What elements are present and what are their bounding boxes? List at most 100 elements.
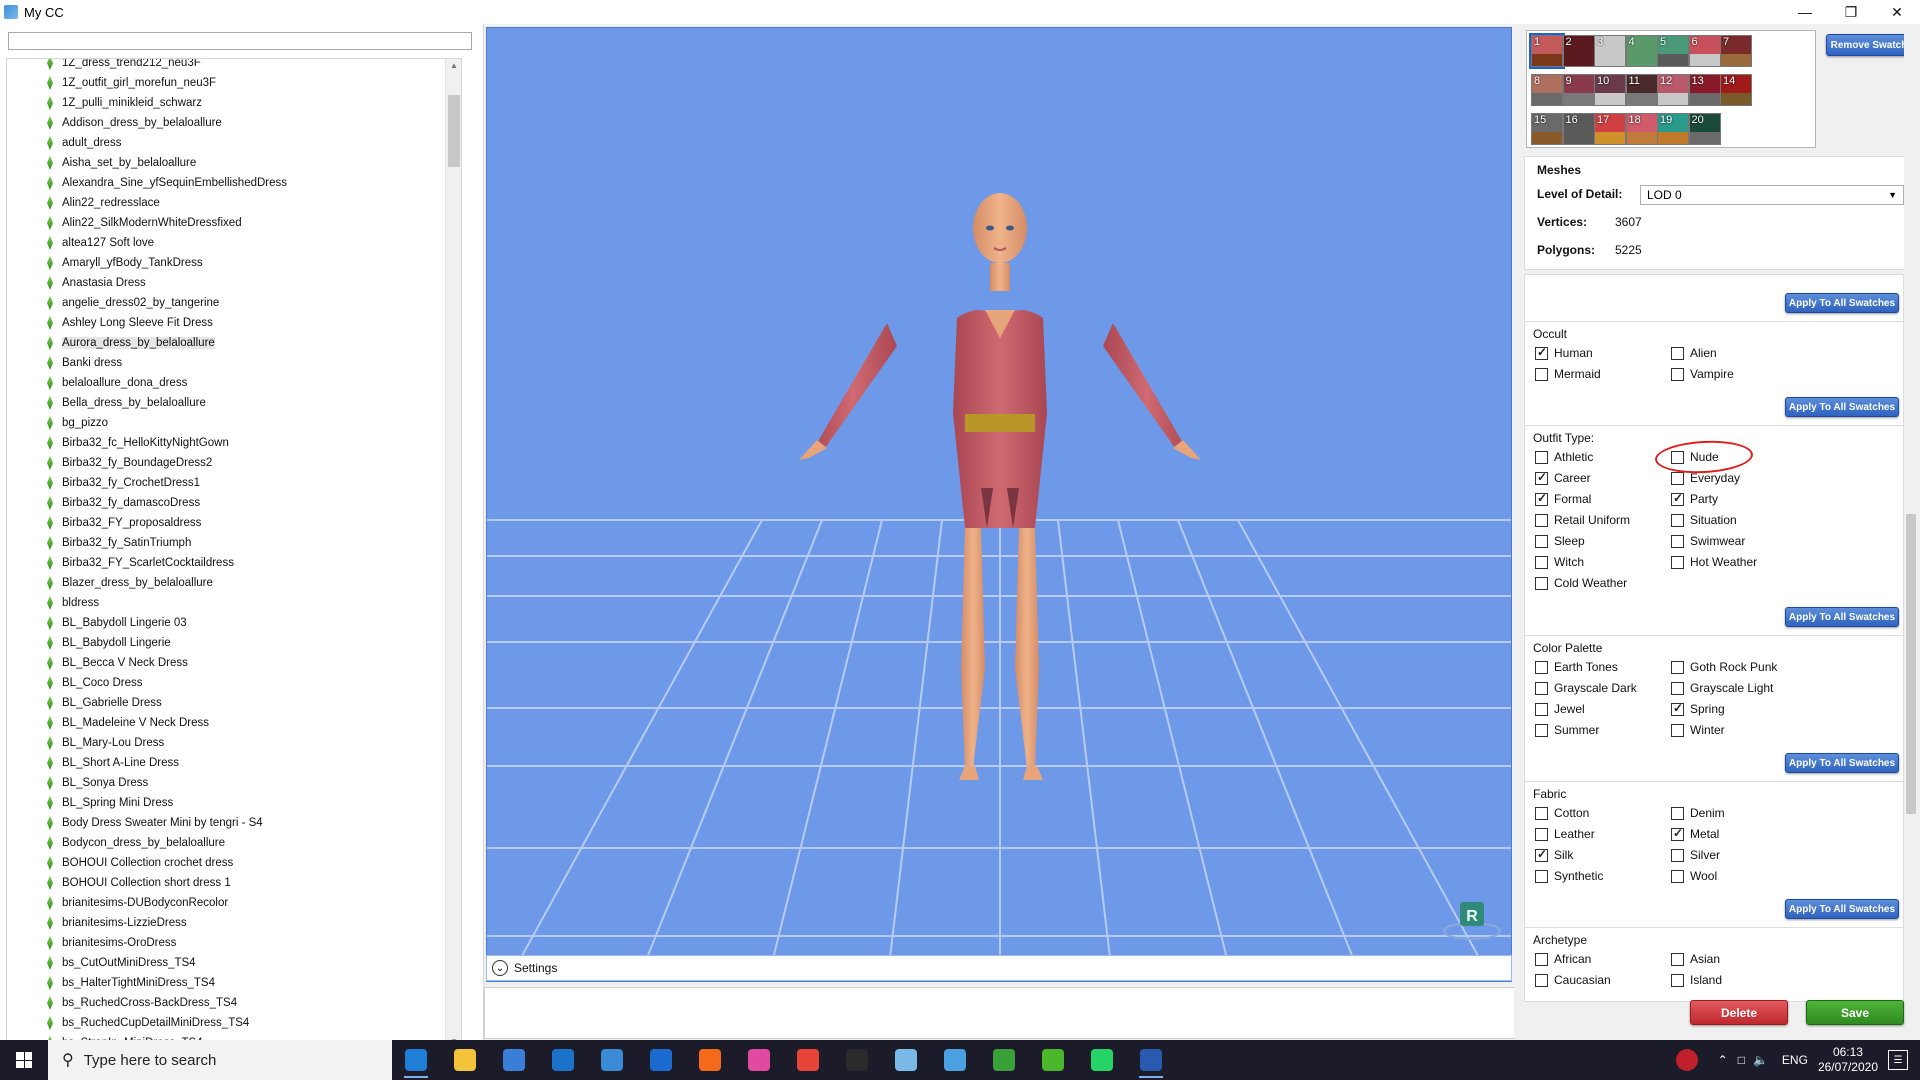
swatch[interactable]: 15: [1531, 113, 1563, 145]
tree-item[interactable]: Birba32_fy_damascoDress: [7, 493, 461, 513]
tree-item[interactable]: bs_RuchedCupDetailMiniDress_TS4: [7, 1013, 461, 1033]
tree-item[interactable]: brianitesims-LizzieDress: [7, 913, 461, 933]
apply-all-button[interactable]: Apply To All Swatches: [1785, 607, 1899, 627]
outfit-type-checkbox[interactable]: Cold Weather: [1535, 576, 1627, 590]
checkbox-box[interactable]: [1535, 555, 1548, 569]
occult-checkbox[interactable]: Mermaid: [1535, 367, 1601, 381]
tree-item[interactable]: Blazer_dress_by_belaloallure: [7, 573, 461, 593]
tree-item[interactable]: Alin22_redresslace: [7, 193, 461, 213]
checkbox-box[interactable]: [1535, 847, 1548, 862]
checkbox-box[interactable]: [1535, 470, 1548, 485]
chevron-down-icon[interactable]: ⌄: [492, 960, 508, 976]
tree-item[interactable]: BOHOUI Collection crochet dress: [7, 853, 461, 873]
tree-item[interactable]: Aurora_dress_by_belaloallure: [7, 333, 461, 353]
tree-item[interactable]: BL_Madeleine V Neck Dress: [7, 713, 461, 733]
checkbox-box[interactable]: [1535, 806, 1548, 820]
outfit-type-checkbox[interactable]: Witch: [1535, 555, 1584, 569]
file-explorer-icon[interactable]: [445, 1044, 485, 1076]
sims4-studio-icon[interactable]: [1131, 1044, 1171, 1078]
fabric-checkbox[interactable]: Cotton: [1535, 806, 1589, 820]
tree-item[interactable]: 1Z_outfit_girl_morefun_neu3F: [7, 73, 461, 93]
start-button[interactable]: [0, 1040, 48, 1080]
swatch[interactable]: 8: [1531, 74, 1563, 106]
swatch[interactable]: 4: [1625, 35, 1658, 67]
tree-item[interactable]: Birba32_FY_proposaldress: [7, 513, 461, 533]
color-palette-checkbox[interactable]: Goth Rock Punk: [1671, 660, 1777, 674]
properties-scroll-thumb[interactable]: [1906, 514, 1916, 814]
fabric-checkbox[interactable]: Denim: [1671, 806, 1725, 820]
tree-item[interactable]: Alexandra_Sine_yfSequinEmbellishedDress: [7, 173, 461, 193]
tree-item[interactable]: BOHOUI Collection short dress 1: [7, 873, 461, 893]
tree-item[interactable]: BL_Becca V Neck Dress: [7, 653, 461, 673]
tree-item[interactable]: BL_Babydoll Lingerie 03: [7, 613, 461, 633]
paint-icon[interactable]: [739, 1044, 779, 1076]
archetype-checkbox[interactable]: Asian: [1671, 952, 1720, 966]
occult-checkbox[interactable]: Human: [1535, 345, 1593, 360]
tree-item[interactable]: Addison_dress_by_belaloallure: [7, 113, 461, 133]
color-palette-checkbox[interactable]: Grayscale Light: [1671, 681, 1773, 695]
checkbox-box[interactable]: [1671, 973, 1684, 987]
notepad-icon[interactable]: [886, 1044, 926, 1076]
color-palette-checkbox[interactable]: Grayscale Dark: [1535, 681, 1637, 695]
notifications-icon[interactable]: ☰: [1888, 1050, 1908, 1070]
checkbox-box[interactable]: [1671, 471, 1684, 485]
tree-item[interactable]: BL_Spring Mini Dress: [7, 793, 461, 813]
swatch[interactable]: 5: [1657, 35, 1689, 67]
checkbox-box[interactable]: [1671, 806, 1684, 820]
outfit-type-checkbox[interactable]: Party: [1671, 491, 1718, 506]
tree-item[interactable]: belaloallure_dona_dress: [7, 373, 461, 393]
tree-item[interactable]: bs_RuchedCross-BackDress_TS4: [7, 993, 461, 1013]
color-palette-checkbox[interactable]: Jewel: [1535, 702, 1585, 716]
tree-item[interactable]: Alin22_SilkModernWhiteDressfixed: [7, 213, 461, 233]
archetype-checkbox[interactable]: Island: [1671, 973, 1722, 987]
chrome-icon[interactable]: [788, 1044, 828, 1076]
archetype-checkbox[interactable]: African: [1535, 952, 1591, 966]
outfit-type-checkbox[interactable]: Athletic: [1535, 450, 1593, 464]
checkbox-box[interactable]: [1671, 701, 1684, 716]
swatch[interactable]: 19: [1657, 113, 1689, 145]
swatch[interactable]: 9: [1562, 74, 1595, 106]
tree-item[interactable]: altea127 Soft love: [7, 233, 461, 253]
checkbox-box[interactable]: [1671, 848, 1684, 862]
color-palette-checkbox[interactable]: Spring: [1671, 701, 1725, 716]
tree-item[interactable]: Birba32_FY_ScarletCocktaildress: [7, 553, 461, 573]
checkbox-box[interactable]: [1535, 952, 1548, 966]
remove-swatch-button[interactable]: Remove Swatch: [1826, 34, 1912, 56]
swatch[interactable]: 11: [1625, 74, 1658, 106]
color-palette-checkbox[interactable]: Summer: [1535, 723, 1599, 737]
tree-item[interactable]: Bella_dress_by_belaloallure: [7, 393, 461, 413]
swatch[interactable]: 6: [1688, 35, 1721, 67]
checkbox-box[interactable]: [1535, 681, 1548, 695]
checkbox-box[interactable]: [1535, 827, 1548, 841]
checkbox-box[interactable]: [1671, 952, 1684, 966]
tree-item[interactable]: bs_CutOutMiniDress_TS4: [7, 953, 461, 973]
sims-icon-2[interactable]: [1033, 1044, 1073, 1076]
outfit-type-checkbox[interactable]: Formal: [1535, 491, 1591, 506]
close-button[interactable]: ✕: [1874, 0, 1920, 24]
outfit-type-checkbox[interactable]: Swimwear: [1671, 534, 1745, 548]
swatch[interactable]: 20: [1688, 113, 1721, 145]
language-indicator[interactable]: ENG: [1782, 1053, 1808, 1067]
checkbox-box[interactable]: [1535, 345, 1548, 360]
tree-item[interactable]: angelie_dress02_by_tangerine: [7, 293, 461, 313]
network-icon[interactable]: □: [1738, 1053, 1745, 1067]
apply-all-button[interactable]: Apply To All Swatches: [1785, 899, 1899, 919]
checkbox-box[interactable]: [1671, 660, 1684, 674]
scroll-up-icon[interactable]: ▲: [449, 61, 459, 71]
taskbar-search[interactable]: ⚲ Type here to search: [48, 1040, 392, 1080]
save-button[interactable]: Save: [1806, 1000, 1904, 1025]
mail-icon[interactable]: [543, 1044, 583, 1076]
whatsapp-icon[interactable]: [1082, 1044, 1122, 1076]
checkbox-box[interactable]: [1535, 660, 1548, 674]
apply-all-button[interactable]: Apply To All Swatches: [1785, 397, 1899, 417]
checkbox-box[interactable]: [1671, 723, 1684, 737]
swatch[interactable]: 16: [1562, 113, 1595, 145]
checkbox-box[interactable]: [1535, 576, 1548, 590]
fabric-checkbox[interactable]: Synthetic: [1535, 869, 1603, 883]
fabric-checkbox[interactable]: Metal: [1671, 826, 1719, 841]
tree-item[interactable]: Anastasia Dress: [7, 273, 461, 293]
calendar-icon[interactable]: [641, 1044, 681, 1076]
tree-item[interactable]: Birba32_fy_CrochetDress1: [7, 473, 461, 493]
delete-button[interactable]: Delete: [1690, 1000, 1788, 1025]
antivirus-icon[interactable]: [1675, 1049, 1698, 1071]
